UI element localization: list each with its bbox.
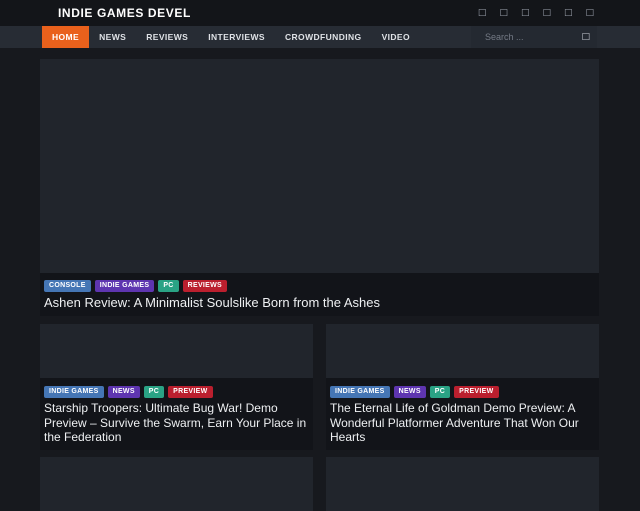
social-links: □ □ □ □ □ □ bbox=[478, 8, 594, 18]
nav-item-home[interactable]: HOME bbox=[42, 26, 90, 48]
article-card: INDIE GAMES NEWS PC PREVIEW Starship Tro… bbox=[40, 324, 313, 450]
article-card-image[interactable] bbox=[40, 456, 313, 511]
article-card: INDIE GAMES NEWS PC PREVIEW The Eternal … bbox=[326, 324, 599, 450]
search-input[interactable] bbox=[471, 32, 582, 42]
tag-list: INDIE GAMES NEWS PC PREVIEW bbox=[44, 386, 309, 398]
tag-pc[interactable]: PC bbox=[158, 280, 179, 292]
tag-indie-games[interactable]: INDIE GAMES bbox=[330, 386, 390, 398]
site-header: INDIE GAMES DEVEL □ □ □ □ □ □ bbox=[0, 0, 640, 26]
search-box: □ bbox=[471, 26, 597, 48]
tag-news[interactable]: NEWS bbox=[393, 386, 426, 398]
nav-item-video[interactable]: VIDEO bbox=[372, 26, 420, 48]
tag-list: INDIE GAMES NEWS PC PREVIEW bbox=[330, 386, 595, 398]
nav-item-crowdfunding[interactable]: CROWDFUNDING bbox=[275, 26, 372, 48]
article-card-image[interactable] bbox=[326, 456, 599, 511]
article-grid-row: INDIE GAMES NEWS PC PREVIEW Starship Tro… bbox=[40, 324, 599, 450]
nav-item-interviews[interactable]: INTERVIEWS bbox=[198, 26, 275, 48]
social-icon[interactable]: □ bbox=[521, 8, 530, 18]
social-icon[interactable]: □ bbox=[585, 8, 594, 18]
tag-news[interactable]: NEWS bbox=[107, 386, 140, 398]
nav-item-news[interactable]: NEWS bbox=[89, 26, 136, 48]
tag-console[interactable]: CONSOLE bbox=[44, 280, 91, 292]
site-logo[interactable]: INDIE GAMES DEVEL bbox=[58, 6, 191, 20]
article-card-image[interactable] bbox=[40, 324, 313, 378]
featured-article-caption: CONSOLE INDIE GAMES PC REVIEWS Ashen Rev… bbox=[40, 273, 599, 316]
tag-preview[interactable]: PREVIEW bbox=[454, 386, 499, 398]
article-card-caption: INDIE GAMES NEWS PC PREVIEW The Eternal … bbox=[326, 378, 599, 450]
main-content: CONSOLE INDIE GAMES PC REVIEWS Ashen Rev… bbox=[0, 48, 640, 511]
search-icon[interactable]: □ bbox=[581, 32, 597, 42]
article-card-title[interactable]: Starship Troopers: Ultimate Bug War! Dem… bbox=[44, 401, 309, 445]
article-card-image[interactable] bbox=[326, 324, 599, 378]
main-nav: HOME NEWS REVIEWS INTERVIEWS CROWDFUNDIN… bbox=[0, 26, 640, 48]
tag-preview[interactable]: PREVIEW bbox=[168, 386, 213, 398]
tag-indie-games[interactable]: INDIE GAMES bbox=[94, 280, 155, 292]
featured-article-title[interactable]: Ashen Review: A Minimalist Soulslike Bor… bbox=[44, 295, 595, 311]
social-icon[interactable]: □ bbox=[499, 8, 508, 18]
social-icon[interactable]: □ bbox=[564, 8, 573, 18]
featured-article: CONSOLE INDIE GAMES PC REVIEWS Ashen Rev… bbox=[40, 59, 599, 316]
social-icon[interactable]: □ bbox=[478, 8, 487, 18]
tag-pc[interactable]: PC bbox=[429, 386, 451, 398]
tag-pc[interactable]: PC bbox=[143, 386, 165, 398]
social-icon[interactable]: □ bbox=[542, 8, 551, 18]
tag-indie-games[interactable]: INDIE GAMES bbox=[44, 386, 104, 398]
tag-list: CONSOLE INDIE GAMES PC REVIEWS bbox=[44, 280, 595, 292]
article-card-title[interactable]: The Eternal Life of Goldman Demo Preview… bbox=[330, 401, 595, 445]
article-grid-row bbox=[40, 456, 599, 511]
article-card-caption: INDIE GAMES NEWS PC PREVIEW Starship Tro… bbox=[40, 378, 313, 450]
tag-reviews[interactable]: REVIEWS bbox=[182, 280, 228, 292]
nav-item-reviews[interactable]: REVIEWS bbox=[136, 26, 198, 48]
featured-article-image[interactable] bbox=[40, 59, 599, 273]
